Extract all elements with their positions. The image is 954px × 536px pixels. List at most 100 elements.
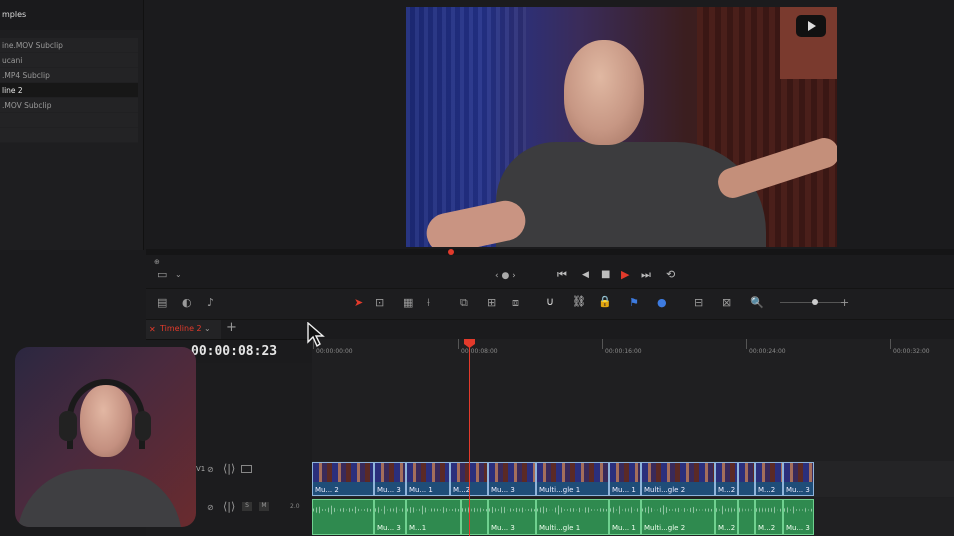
play-icon[interactable]: ▶ [621,268,629,282]
lock-icon[interactable]: 🔒 [598,295,612,309]
overwrite-clip-icon[interactable]: ⊞ [487,296,496,310]
clip-thumbnail [739,463,754,482]
trim-tool-icon[interactable]: ⊡ [375,296,384,310]
clip-label: Mu... 3 [491,486,515,494]
video-clip[interactable]: M...2 [715,462,738,496]
audio-clip[interactable]: Mu... 3 [374,499,406,535]
stop-icon[interactable]: ■ [601,268,610,282]
media-pool-item[interactable]: .MP4 Subclip [0,68,138,83]
video-clip[interactable]: Mu... 3 [488,462,536,496]
timeline-playhead[interactable] [469,339,470,536]
audio-clip[interactable]: Mu... 3 [488,499,536,535]
video-clip[interactable]: Mu... 2 [312,462,374,496]
video-clip[interactable]: Multi...gle 1 [536,462,609,496]
lock-track-icon[interactable]: ⊘ [207,463,214,477]
last-frame-icon[interactable]: ⏭ [641,268,651,282]
video-clip[interactable]: Mu... 3 [374,462,406,496]
clip-label: M...1 [409,524,427,532]
video-clip[interactable]: Mu... 3 [783,462,814,496]
zoom-icon[interactable]: 🔍 [750,296,764,310]
loop-icon[interactable]: ⟲ [666,268,675,282]
youtube-plaque [780,7,837,79]
mic-icon[interactable]: ♪ [207,296,214,310]
media-pool-item[interactable]: ine.MOV Subclip [0,38,138,53]
video-clip[interactable]: Mu... 1 [406,462,450,496]
audio-clip[interactable] [312,499,374,535]
audio-waveform [537,505,608,515]
add-tab-icon[interactable]: + [226,321,237,335]
viewer-scrubber[interactable] [146,249,954,255]
solo-button[interactable]: S [242,502,252,511]
audio-waveform [642,505,714,515]
audio-clip[interactable]: Mu... 3 [783,499,814,535]
mute-button[interactable]: M [259,502,269,511]
zoom-detail-icon[interactable]: ⊠ [722,296,731,310]
clip-label: Mu... 1 [409,486,433,494]
audio-clip[interactable]: Multi...gle 2 [641,499,715,535]
video-clip[interactable]: Mu... 1 [609,462,641,496]
chevron-down-icon[interactable]: ⌄ [175,268,182,282]
blade-tool-icon[interactable]: ⟊ [427,296,430,310]
audio-clip[interactable]: Multi...gle 1 [536,499,609,535]
clip-label: M...2 [718,486,736,494]
clip-thumbnail [716,463,737,482]
v1-label: V1 [196,465,206,473]
clip-label: Multi...gle 2 [644,524,686,532]
layout-icon[interactable]: ▤ [157,296,167,310]
media-pool-empty-row [0,113,138,128]
chevron-down-icon[interactable]: ⌄ [204,322,211,336]
auto-select-icon[interactable]: ⟨|⟩ [223,500,235,514]
clip-label: Multi...gle 1 [539,524,581,532]
jog-control[interactable]: ‹ ● › [495,269,516,283]
video-clip[interactable]: Multi...gle 2 [641,462,715,496]
audio-clip[interactable]: Mu... 1 [609,499,641,535]
zoom-full-icon[interactable]: ⊟ [694,296,703,310]
audio-clip[interactable] [461,499,488,535]
snap-icon[interactable]: ∪ [546,295,554,309]
lock-track-icon[interactable]: ⊘ [207,501,214,515]
ruler-tick [746,339,747,349]
media-pool-empty-row [0,128,138,143]
prev-frame-icon[interactable]: ◀ [582,268,589,282]
scrubber-playhead[interactable] [448,249,454,255]
auto-select-icon[interactable]: ⟨|⟩ [223,462,235,476]
replace-clip-icon[interactable]: ⧈ [512,296,519,310]
toggle-icon[interactable]: ◐ [182,296,192,310]
source-viewer[interactable] [406,7,837,247]
ruler-tick [602,339,603,349]
flag-icon[interactable]: ⚑ [629,296,639,310]
marker-icon[interactable]: ● [657,296,667,310]
crop-icon[interactable]: ▭ [157,268,167,282]
video-clip[interactable] [738,462,755,496]
media-pool-item[interactable]: ucani [0,53,138,68]
media-pool-item-selected[interactable]: line 2 [0,83,138,98]
zoom-in-icon[interactable]: + [840,296,849,310]
ruler-label: 00:00:00:00 [316,348,353,355]
audio-clip[interactable]: M...2 [715,499,738,535]
timeline-tab-label[interactable]: Timeline 2 [160,324,202,333]
timeline-tabs [146,320,954,340]
close-tab-icon[interactable]: ✕ [149,323,156,337]
first-frame-icon[interactable]: ⏮ [557,268,567,282]
audio-clip[interactable] [738,499,755,535]
media-pool-item[interactable]: .MOV Subclip [0,98,138,113]
audio-waveform [489,505,535,515]
scrub-zoom-icon[interactable]: ⊕ [154,255,160,269]
audio-clip[interactable]: M...2 [755,499,783,535]
insert-clip-icon[interactable]: ⧉ [460,296,468,310]
media-pool-header: mples [0,0,143,30]
link-icon[interactable]: ⛓ [572,295,586,309]
ruler-tick [458,339,459,349]
clip-label: Mu... 3 [491,524,515,532]
clip-label: M...2 [758,524,776,532]
track-visibility-icon[interactable] [241,465,252,473]
dynamic-trim-icon[interactable]: ▦ [403,296,413,310]
select-tool-icon[interactable]: ➤ [354,296,363,310]
zoom-slider-handle[interactable] [812,299,818,305]
zoom-slider-track[interactable] [780,302,842,303]
clip-label: M...2 [453,486,471,494]
audio-clip[interactable]: M...1 [406,499,461,535]
clip-label: M...2 [758,486,776,494]
audio-waveform [756,505,782,515]
video-clip[interactable]: M...2 [755,462,783,496]
